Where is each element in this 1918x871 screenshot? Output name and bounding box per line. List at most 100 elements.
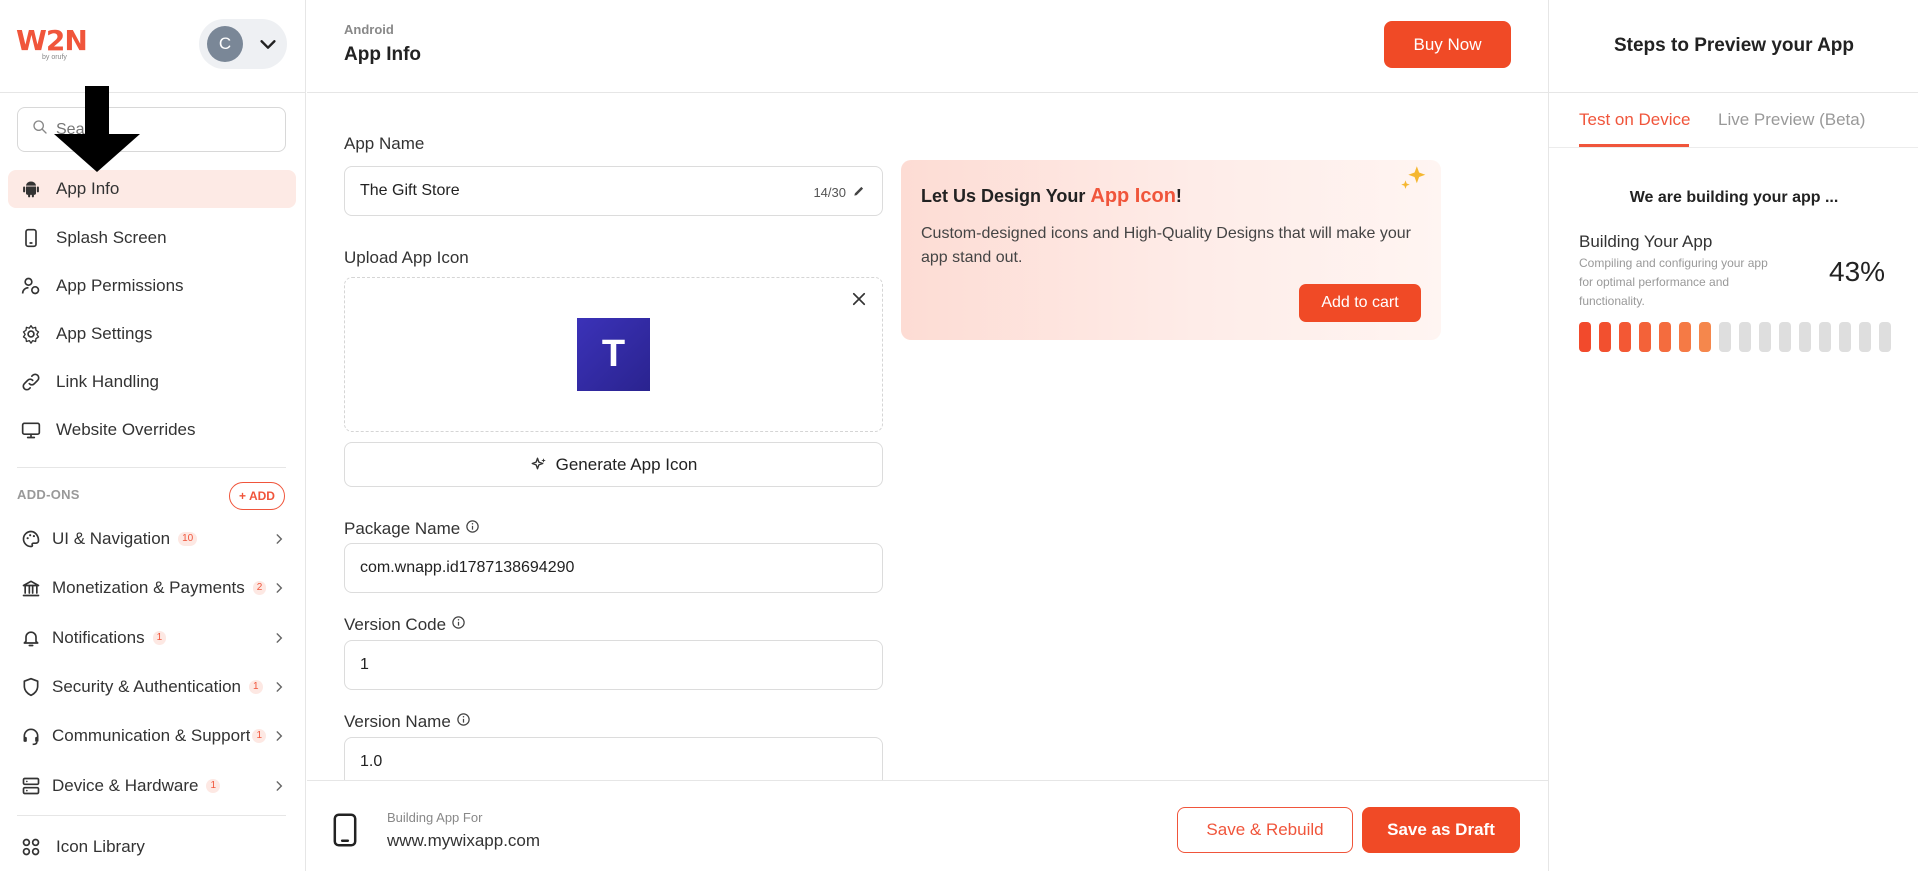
- bell-icon: [20, 627, 42, 649]
- phone-icon: [20, 227, 42, 249]
- gear-icon: [20, 323, 42, 345]
- build-progress-percent: 43%: [1829, 256, 1886, 287]
- promo-title-prefix: Let Us Design Your: [921, 186, 1091, 206]
- count-badge: 2: [252, 581, 267, 595]
- site-url: www.mywixapp.com: [387, 831, 541, 850]
- sidebar-item-label: Splash Screen: [56, 228, 167, 247]
- version-name-value: 1.0: [360, 753, 383, 770]
- tab-live-preview[interactable]: Live Preview (Beta): [1718, 110, 1865, 130]
- grid-icon: [20, 836, 42, 858]
- progress-segment: [1739, 322, 1751, 352]
- add-to-cart-button[interactable]: Add to cart: [1299, 284, 1421, 322]
- sidebar-item-website-overrides[interactable]: Website Overrides: [8, 411, 296, 449]
- sidebar-item-label: App Settings: [56, 324, 153, 343]
- app-name-label: App Name: [344, 134, 424, 154]
- chevron-down-icon: [257, 33, 279, 60]
- sidebar-item-app-info[interactable]: App Info: [8, 170, 296, 208]
- version-code-label: Version Code: [344, 615, 466, 635]
- tab-test-on-device[interactable]: Test on Device: [1579, 110, 1691, 130]
- addon-label: Notifications: [52, 628, 145, 647]
- link-icon: [20, 371, 42, 393]
- addon-notifications[interactable]: Notifications 1: [8, 618, 296, 658]
- palette-icon: [20, 528, 42, 550]
- progress-segment: [1879, 322, 1891, 352]
- chevron-right-icon: [272, 778, 286, 798]
- progress-segment: [1639, 322, 1651, 352]
- progress-segment: [1699, 322, 1711, 352]
- sidebar-item-label: Link Handling: [56, 372, 160, 391]
- sidebar-item-icon-library[interactable]: Icon Library: [8, 828, 296, 866]
- sidebar-item-app-settings[interactable]: App Settings: [8, 315, 296, 353]
- sidebar-item-link-handling[interactable]: Link Handling: [8, 363, 296, 401]
- progress-segment: [1599, 322, 1611, 352]
- platform-label: Android: [344, 22, 394, 37]
- generate-app-icon-button[interactable]: Generate App Icon: [344, 442, 883, 487]
- package-name-label: Package Name: [344, 519, 480, 539]
- addon-ui-navigation[interactable]: UI & Navigation 10: [8, 519, 296, 559]
- info-icon[interactable]: [465, 519, 480, 539]
- sidebar-item-label: Website Overrides: [56, 420, 196, 439]
- active-tab-indicator: [1579, 144, 1689, 147]
- addon-label: UI & Navigation: [52, 529, 171, 548]
- count-badge: 1: [252, 729, 266, 743]
- package-name-field[interactable]: com.wnapp.id1787138694290: [344, 543, 883, 593]
- count-badge: 1: [206, 779, 221, 793]
- progress-segment: [1619, 322, 1631, 352]
- sidebar: W2N by orufy C App Info Splash Screen Ap…: [0, 0, 306, 871]
- add-addon-button[interactable]: + ADD: [229, 482, 285, 510]
- field-label-text: Version Name: [344, 712, 451, 731]
- version-code-field[interactable]: 1: [344, 640, 883, 690]
- chevron-right-icon: [272, 679, 286, 699]
- progress-segment: [1799, 322, 1811, 352]
- addon-device-hardware[interactable]: Device & Hardware 1: [8, 766, 296, 806]
- addon-label: Device & Hardware: [52, 776, 199, 795]
- icon-upload-dropzone[interactable]: T: [344, 277, 883, 432]
- addon-monetization-payments[interactable]: Monetization & Payments 2: [8, 568, 296, 608]
- field-label-text: Upload App Icon: [344, 248, 469, 267]
- sidebar-item-app-permissions[interactable]: App Permissions: [8, 267, 296, 305]
- promo-title-highlight: App Icon: [1090, 185, 1176, 207]
- info-icon[interactable]: [456, 712, 471, 732]
- account-switcher[interactable]: C: [199, 19, 287, 69]
- avatar: C: [207, 26, 243, 62]
- logo-tagline: by orufy: [42, 54, 67, 61]
- progress-segment: [1819, 322, 1831, 352]
- addon-label: Communication & Support: [52, 726, 251, 745]
- page-header: Android App Info Buy Now: [307, 0, 1548, 93]
- server-icon: [20, 775, 42, 797]
- addon-communication-support[interactable]: Communication & Support 1: [8, 716, 296, 756]
- divider: [0, 92, 306, 93]
- save-draft-button[interactable]: Save as Draft: [1362, 807, 1520, 853]
- close-icon[interactable]: [850, 290, 868, 313]
- chevron-right-icon: [272, 531, 286, 551]
- tab-divider: [1549, 147, 1918, 148]
- page-title: App Info: [344, 44, 422, 65]
- field-label-text: Version Code: [344, 615, 447, 634]
- addon-security-authentication[interactable]: Security & Authentication 1: [8, 667, 296, 707]
- divider: [1549, 92, 1918, 93]
- footer-bar: Building App For www.mywixapp.com Save &…: [307, 780, 1548, 871]
- progress-segment: [1679, 322, 1691, 352]
- sidebar-item-splash-screen[interactable]: Splash Screen: [8, 219, 296, 257]
- char-counter-text: 14/30: [813, 185, 846, 200]
- pencil-icon[interactable]: [852, 184, 866, 201]
- progress-segment: [1579, 322, 1591, 352]
- brand-logo[interactable]: W2N by orufy: [16, 24, 88, 61]
- build-step-description: Compiling and configuring your app for o…: [1579, 256, 1768, 308]
- addon-label: Monetization & Payments: [52, 578, 245, 597]
- progress-segment: [1839, 322, 1851, 352]
- info-icon[interactable]: [451, 615, 466, 635]
- count-badge: 1: [152, 631, 167, 645]
- chevron-right-icon: [272, 728, 286, 748]
- build-progress-bar: [1579, 322, 1891, 352]
- app-name-field[interactable]: The Gift Store 14/30: [344, 166, 883, 216]
- progress-segment: [1719, 322, 1731, 352]
- progress-segment: [1759, 322, 1771, 352]
- save-rebuild-button[interactable]: Save & Rebuild: [1177, 807, 1353, 853]
- preview-panel-title: Steps to Preview your App: [1613, 35, 1854, 56]
- promo-title: Let Us Design Your App Icon!: [921, 185, 1182, 208]
- headset-icon: [20, 725, 42, 747]
- buy-now-button[interactable]: Buy Now: [1384, 21, 1511, 68]
- version-name-label: Version Name: [344, 712, 471, 732]
- design-icon-promo-card: Let Us Design Your App Icon! Custom-desi…: [901, 160, 1441, 340]
